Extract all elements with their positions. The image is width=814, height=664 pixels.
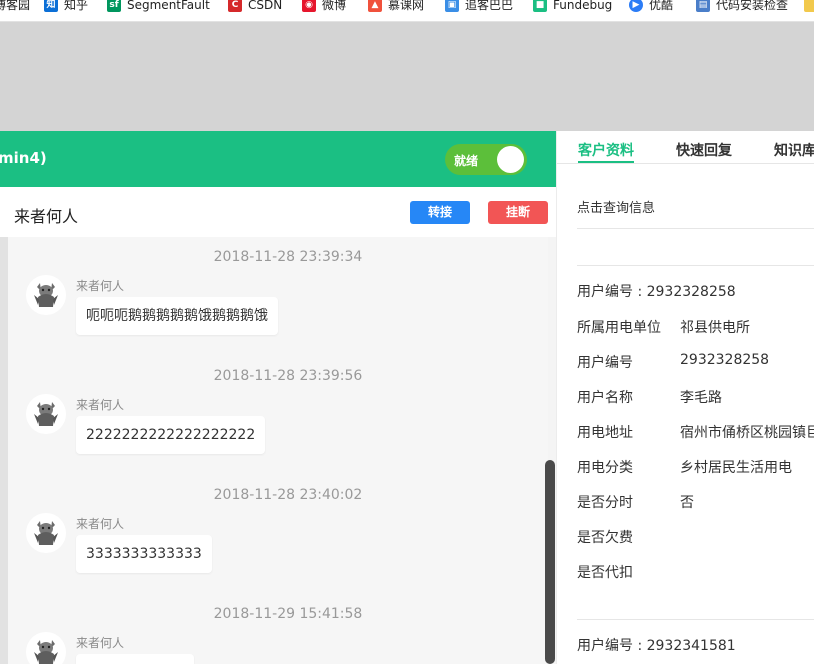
field-label: 用电分类 [577,460,633,476]
message-bubble [76,654,194,664]
bookmark-imooc[interactable]: ▲ 慕课网 [368,0,424,16]
field-label: 所属用电单位 [577,320,661,336]
tab-knowledge-base[interactable]: 知识库 [774,140,814,160]
bookmark-zhuike[interactable]: ▣ 追客巴巴 [445,0,513,16]
gargoyle-avatar-icon [26,632,66,664]
divider [577,619,814,620]
field-label: 是否欠费 [577,530,633,546]
bookmark-youku[interactable]: ▶ 优酷 [629,0,673,16]
chat-header-title: min4) [0,149,47,167]
field-value: 2932328258 [680,352,770,368]
status-toggle-label: 就绪 [454,154,479,168]
message-bubble: 3333333333333 [76,535,212,573]
bookmark-code-check[interactable]: ▤ 代码安装检查 [696,0,788,16]
gargoyle-avatar-icon [26,394,66,434]
transfer-button[interactable]: 转接 [410,201,470,224]
fundebug-icon: ■ [533,0,547,12]
page-background-band [0,22,814,131]
field-value: 李毛路 [680,390,722,406]
gargoyle-avatar-icon [26,513,66,553]
segmentfault-icon: sf [107,0,121,12]
right-panel-tabs: 客户资料 快速回复 知识库 [557,131,814,164]
message-timestamp: 2018-11-29 15:41:58 [213,606,363,622]
visitor-avatar [26,394,66,434]
message-sender: 来者何人 [76,398,125,412]
message-list[interactable]: 2018-11-28 23:39:34 来者何人 呃呃呃鹅鹅鹅鹅鹅饿鹅鹅鹅饿 2… [8,237,548,664]
imooc-icon: ▲ [368,0,382,12]
visitor-avatar [26,275,66,315]
gargoyle-avatar-icon [26,275,66,315]
bookmark-csdn[interactable]: C CSDN [228,0,282,16]
query-info-link[interactable]: 点击查询信息 [577,197,655,216]
left-edge-strip [0,237,8,664]
field-label: 用电地址 [577,425,633,441]
hangup-button[interactable]: 挂断 [488,201,548,224]
code-check-icon: ▤ [696,0,710,12]
record-heading: 用户编号 : 2932341581 [577,638,736,654]
field-value: 宿州市俑桥区桃园镇巨 [680,425,814,441]
toggle-knob [497,146,524,173]
message-sender: 来者何人 [76,517,125,531]
youku-icon: ▶ [629,0,643,12]
field-label: 用户名称 [577,390,633,406]
active-tab-indicator [578,161,634,163]
record-heading: 用户编号 : 2932328258 [577,284,736,300]
tab-quick-reply[interactable]: 快速回复 [676,140,732,160]
bookmark-segmentfault[interactable]: sf SegmentFault [107,0,210,16]
chat-header: min4) 就绪 [0,131,556,187]
message-bubble: 呃呃呃鹅鹅鹅鹅鹅饿鹅鹅鹅饿 [76,297,278,335]
status-toggle[interactable]: 就绪 [445,144,527,175]
bookmark-cnblogs[interactable]: 博客园 [0,0,30,16]
visitor-avatar [26,513,66,553]
customer-info-panel: 客户资料 快速回复 知识库 点击查询信息 用户编号 : 2932328258 所… [556,131,814,664]
tab-customer-info[interactable]: 客户资料 [578,140,634,160]
zhihu-icon: 知 [44,0,58,12]
field-label: 是否代扣 [577,565,633,581]
message-sender: 来者何人 [76,279,125,293]
bookmark-folder[interactable] [804,0,814,16]
field-label: 用户编号 [577,355,633,371]
field-value: 乡村居民生活用电 [680,460,792,476]
divider [577,228,814,229]
folder-icon [804,0,814,12]
visitor-name: 来者何人 [14,207,79,226]
bookmark-weibo[interactable]: ◉ 微博 [302,0,346,16]
conversation-bar: 来者何人 转接 挂断 [0,187,556,237]
message-timestamp: 2018-11-28 23:39:34 [213,249,363,265]
bookmark-fundebug[interactable]: ■ Fundebug [533,0,612,16]
csdn-icon: C [228,0,242,12]
weibo-icon: ◉ [302,0,316,12]
divider [577,265,814,266]
message-timestamp: 2018-11-28 23:40:02 [213,487,363,503]
chat-scrollbar[interactable] [545,460,555,664]
field-value: 祁县供电所 [680,320,750,336]
field-value: 否 [680,495,694,511]
message-timestamp: 2018-11-28 23:39:56 [213,368,363,384]
bookmark-zhihu[interactable]: 知知乎 [44,0,88,16]
field-label: 是否分时 [577,495,633,511]
message-bubble: 2222222222222222222 [76,416,266,454]
bookmarks-bar: 博客园 知知乎 sfSegmentFault CCSDN ◉微博 ▲慕课网 ▣追… [0,0,814,22]
zhuike-icon: ▣ [445,0,459,12]
visitor-avatar [26,632,66,664]
chat-panel: min4) 就绪 来者何人 转接 挂断 2018-11-28 23:39:34 … [0,131,556,664]
message-sender: 来者何人 [76,636,125,650]
